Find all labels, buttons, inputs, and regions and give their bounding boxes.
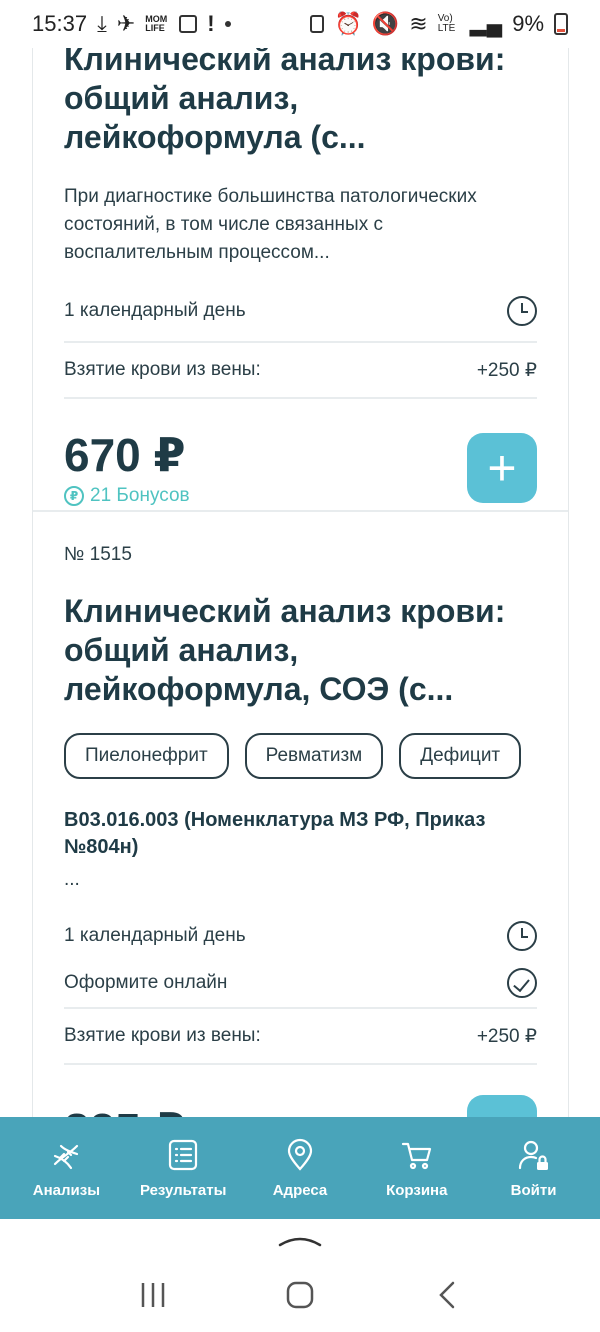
system-navigation-area [0, 1219, 600, 1332]
mute-icon: 🔇 [371, 11, 400, 36]
list-icon [166, 1138, 200, 1172]
nomenclature-code: B03.016.003 (Номенклатура МЗ РФ, Приказ … [64, 809, 486, 858]
momlife-icon: MOM LIFE [145, 14, 168, 33]
tag-chip[interactable]: Ревматизм [244, 733, 384, 779]
alert-icon: ! [207, 11, 215, 36]
blood-draw-price: +250 ₽ [476, 1025, 537, 1047]
blood-draw-label: Взятие крови из вены: [64, 359, 261, 380]
system-nav-bar [0, 1277, 600, 1313]
add-to-cart-button[interactable]: + [467, 1095, 537, 1118]
back-button[interactable] [427, 1277, 467, 1313]
recent-apps-button[interactable] [133, 1277, 173, 1313]
nav-label: Корзина [386, 1181, 448, 1199]
analysis-number: № 1515 [64, 544, 132, 565]
online-text: Оформите онлайн [64, 972, 228, 993]
price-block: 670 ₽ ₽ 21 Бонусов [64, 429, 190, 507]
nav-item-login[interactable]: Войти [478, 1138, 590, 1199]
nav-item-results[interactable]: Результаты [127, 1138, 239, 1199]
duration-row: 1 календарный день [64, 281, 537, 343]
price: 825 ₽ [64, 1104, 186, 1118]
nav-item-addresses[interactable]: Адреса [244, 1138, 356, 1199]
location-pin-icon [283, 1138, 317, 1172]
duration-text: 1 календарный день [64, 300, 246, 321]
bonus-text: 21 Бонусов [90, 485, 190, 506]
bonus-coin-icon: ₽ [64, 486, 84, 506]
status-bar-left: 15:37 ⤓ ✈ MOM LIFE ! [32, 11, 231, 37]
duration-text: 1 календарный день [64, 925, 246, 946]
nav-label: Войти [510, 1181, 557, 1199]
check-icon [507, 968, 537, 998]
home-button[interactable] [280, 1277, 320, 1313]
sheet-handle-icon[interactable] [278, 1233, 322, 1247]
nav-label: Адреса [272, 1181, 328, 1199]
cart-icon [400, 1138, 434, 1172]
status-bar-right: ⏰ 🔇 ≋ Vo) LTE ▂▄ 9% [310, 11, 568, 37]
nav-item-cart[interactable]: Корзина [361, 1138, 473, 1199]
download-icon: ⤓ [97, 11, 107, 36]
battery-saver-icon [310, 15, 325, 33]
blood-draw-row: Взятие крови из вены: +250 ₽ [64, 343, 537, 399]
status-bar: 15:37 ⤓ ✈ MOM LIFE ! ⏰ 🔇 ≋ Vo) LTE ▂▄ 9% [0, 0, 600, 48]
wifi-icon: ≋ [409, 11, 428, 36]
blood-draw-row: Взятие крови из вены: +250 ₽ [64, 1009, 537, 1065]
telegram-icon: ✈ [116, 11, 136, 36]
nav-label: Анализы [32, 1181, 101, 1199]
battery-icon [554, 13, 568, 35]
user-lock-icon [517, 1138, 551, 1172]
analysis-title[interactable]: Клинический анализ крови: общий анализ, … [64, 40, 537, 157]
alarm-icon: ⏰ [334, 11, 362, 36]
analysis-list[interactable]: Клинический анализ крови: общий анализ, … [32, 0, 569, 1118]
price-row: 670 ₽ ₽ 21 Бонусов + [64, 429, 537, 507]
price: 670 ₽ [64, 429, 186, 481]
tag-chip[interactable]: Пиелонефрит [64, 733, 229, 779]
online-row: Оформите онлайн [64, 959, 537, 1009]
nav-item-analyses[interactable]: Анализы [10, 1138, 122, 1199]
shield-notification-icon [179, 15, 198, 33]
status-time: 15:37 [32, 11, 88, 36]
clock-icon [507, 296, 537, 326]
clock-icon [507, 921, 537, 951]
analysis-description: При диагностике большинства патологическ… [64, 186, 477, 263]
duration-row: 1 календарный день [64, 913, 537, 959]
tag-chip[interactable]: Дефицит [399, 733, 522, 779]
code-ellipsis: ... [64, 869, 80, 890]
analysis-card[interactable]: № 1515 Клинический анализ крови: общий а… [33, 514, 568, 1118]
more-notifications-dot [224, 21, 231, 27]
price-row: 825 ₽ + [64, 1095, 537, 1118]
signal-icon: ▂▄ [469, 11, 503, 36]
dna-icon [49, 1138, 83, 1172]
blood-draw-label: Взятие крови из вены: [64, 1025, 261, 1046]
battery-percent: 9% [512, 11, 544, 36]
bonus-info: ₽ 21 Бонусов [64, 485, 190, 507]
blood-draw-price: +250 ₽ [476, 359, 537, 381]
bottom-navigation: Анализы Результаты Адреса Корзина Войти [0, 1117, 600, 1219]
add-to-cart-button[interactable]: + [467, 433, 537, 503]
analysis-card[interactable]: Клинический анализ крови: общий анализ, … [33, 0, 568, 512]
lte-icon: Vo) LTE [437, 13, 456, 34]
nav-label: Результаты [139, 1181, 227, 1199]
analysis-title[interactable]: Клинический анализ крови: общий анализ, … [64, 592, 537, 709]
tag-chips[interactable]: Пиелонефрит Ревматизм Дефицит [64, 733, 539, 779]
